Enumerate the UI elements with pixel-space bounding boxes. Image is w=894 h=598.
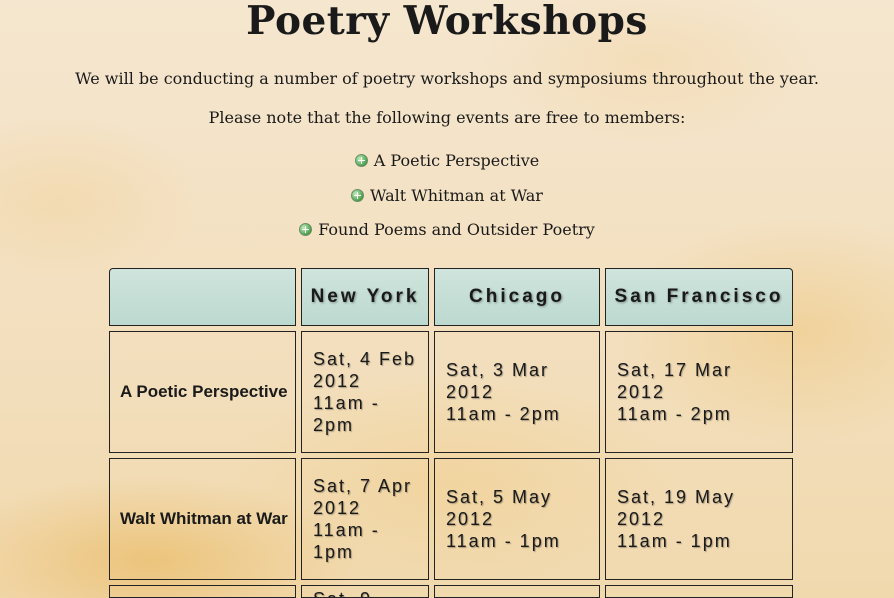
free-events-list: A Poetic Perspective Walt Whitman at War… [0, 149, 894, 253]
session-cell: Sat, 3 Mar 2012 11am - 2pm [434, 331, 600, 453]
session-cell: Sat, 17 Mar 2012 11am - 2pm [605, 331, 793, 453]
event-name: A Poetic Perspective [373, 151, 540, 170]
session-cell: Sat, 5 May 2012 11am - 1pm [434, 458, 600, 580]
session-cell: Sat, 19 May 2012 11am - 1pm [605, 458, 793, 580]
row-header-event: Walt Whitman at War [109, 458, 296, 580]
event-name: Found Poems and Outsider Poetry [318, 220, 595, 239]
green-plus-bullet-icon [354, 154, 368, 167]
session-cell: Sat, 9 [301, 585, 429, 598]
row-header-event: A Poetic Perspective [109, 331, 296, 453]
green-plus-bullet-icon [299, 223, 313, 236]
session-cell: Sat, 7 Apr 2012 11am - 1pm [301, 458, 429, 580]
list-item: Found Poems and Outsider Poetry [0, 218, 894, 253]
event-name: Walt Whitman at War [370, 185, 543, 205]
list-item: Walt Whitman at War [0, 184, 894, 219]
list-item: A Poetic Perspective [0, 149, 894, 184]
green-plus-bullet-icon [351, 188, 365, 202]
row-header-event [109, 585, 296, 598]
session-cell: Sat, 4 Feb 2012 11am - 2pm [301, 331, 429, 453]
column-header-chicago: Chicago [434, 268, 600, 326]
session-cell [434, 585, 600, 598]
session-cell [605, 585, 793, 598]
column-header-san-francisco: San Francisco [605, 268, 793, 326]
free-events-note: Please note that the following events ar… [208, 108, 686, 127]
intro-text: We will be conducting a number of poetry… [75, 69, 819, 88]
page-title: Poetry Workshops [246, 0, 648, 44]
table-corner-header [109, 268, 296, 326]
column-header-new-york: New York [301, 268, 429, 326]
